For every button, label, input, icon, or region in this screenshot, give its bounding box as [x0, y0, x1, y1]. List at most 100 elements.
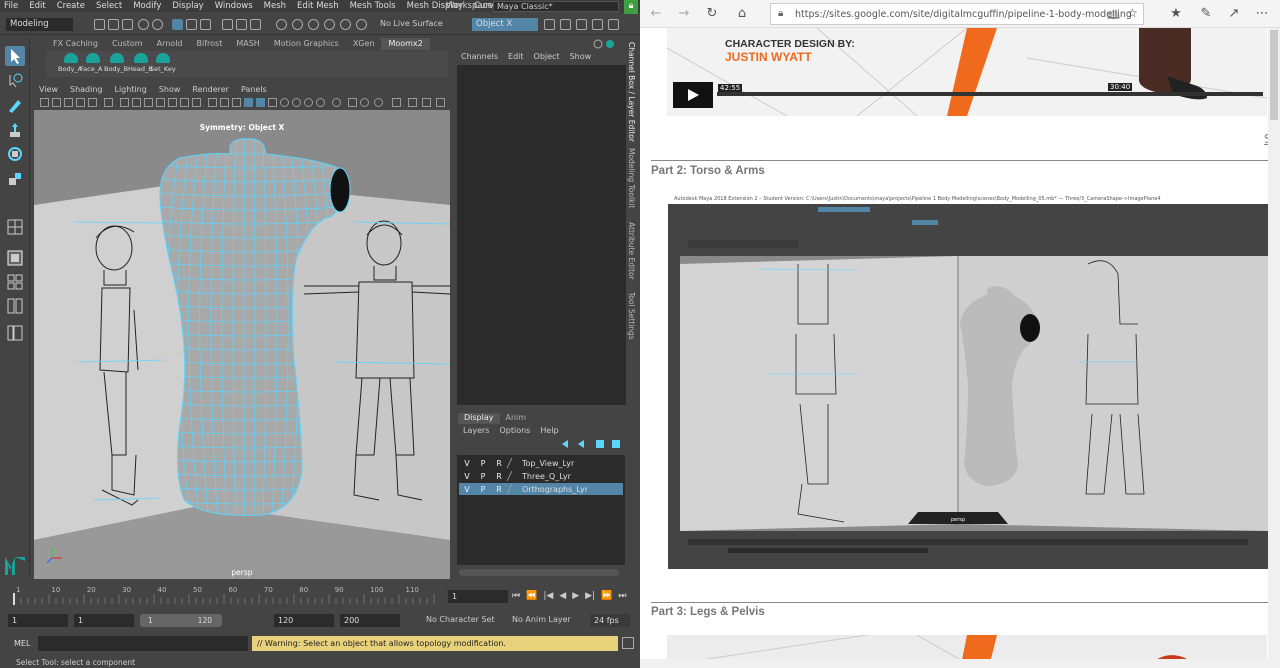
snap-point-icon[interactable]: [308, 19, 319, 30]
select-hierarchy-icon[interactable]: [172, 19, 183, 30]
play-button[interactable]: [673, 82, 713, 108]
script-editor-icon[interactable]: [622, 637, 634, 649]
multisample-aa-icon[interactable]: [316, 98, 325, 107]
gate-mask-icon[interactable]: [156, 98, 165, 107]
isolate-select-icon[interactable]: [348, 98, 357, 107]
exposure-icon[interactable]: [422, 98, 431, 107]
grid-icon[interactable]: [120, 98, 129, 107]
snap-grid-icon[interactable]: [276, 19, 287, 30]
default-material-icon[interactable]: [232, 98, 241, 107]
layer-playback-toggle[interactable]: P: [475, 472, 491, 481]
gamma-icon[interactable]: [408, 98, 417, 107]
viewport-persp[interactable]: Symmetry: Object X persp: [34, 110, 450, 579]
video-part-1[interactable]: CHARACTER DESIGN BY: JUSTIN WYATT 42:55 …: [667, 28, 1267, 116]
redo-icon[interactable]: [152, 19, 163, 30]
menu-mesh-tools[interactable]: Mesh Tools: [350, 1, 396, 11]
safe-title-icon[interactable]: [192, 98, 201, 107]
panel-menu-view[interactable]: View: [39, 85, 58, 96]
tab-display-layers[interactable]: Display: [458, 413, 500, 424]
refresh-icon[interactable]: ↻: [704, 6, 720, 22]
shelf-tab-bifrost[interactable]: Bifrost: [190, 38, 230, 50]
outliner-layout-icon[interactable]: [5, 323, 25, 343]
animation-start-field[interactable]: 1: [8, 614, 68, 627]
video-part-2[interactable]: Autodesk Maya 2018 Extension 2 – Student…: [668, 195, 1268, 569]
snap-curve-icon[interactable]: [292, 19, 303, 30]
layer-reference-toggle[interactable]: R: [491, 472, 507, 481]
layer-menu-layers[interactable]: Layers: [463, 426, 489, 436]
xray-joints-icon[interactable]: [374, 98, 383, 107]
layer-row-selected[interactable]: V P R Orthographs_Lyr: [459, 483, 623, 495]
four-view-layout-icon[interactable]: [5, 272, 25, 292]
select-tool-icon[interactable]: [5, 46, 25, 66]
tab-channel-box[interactable]: Channel Box / Layer Editor: [627, 42, 636, 142]
panel-menu-renderer[interactable]: Renderer: [192, 85, 229, 96]
toggle-sidebar-icon[interactable]: [608, 19, 619, 30]
xray-components-icon[interactable]: [392, 98, 401, 107]
single-layout-icon[interactable]: [5, 217, 25, 237]
horizontal-scrollbar[interactable]: [640, 659, 1268, 668]
layer-menu-help[interactable]: Help: [540, 426, 558, 436]
tab-tool-settings[interactable]: Tool Settings: [627, 292, 636, 340]
render-frame-icon[interactable]: [544, 19, 555, 30]
channel-box-area[interactable]: [457, 65, 626, 405]
shadows-icon[interactable]: [280, 98, 289, 107]
animation-end-field[interactable]: 200: [340, 614, 400, 627]
address-bar[interactable]: 🔒︎ https://sites.google.com/site/digital…: [770, 3, 1144, 25]
symmetry-select[interactable]: Object X: [472, 18, 538, 31]
wireframe-on-shaded-icon[interactable]: [244, 98, 253, 107]
menu-edit[interactable]: Edit: [29, 1, 45, 11]
playback-start-field[interactable]: 1: [74, 614, 134, 627]
time-slider[interactable]: 110203040506070809010011012: [10, 584, 442, 608]
use-all-lights-icon[interactable]: [268, 98, 277, 107]
menu-mesh[interactable]: Mesh: [264, 1, 286, 11]
play-forwards-button[interactable]: ▶: [572, 591, 579, 603]
tab-modeling-toolkit[interactable]: Modeling Toolkit: [627, 148, 636, 208]
bookmark-icon[interactable]: [64, 98, 73, 107]
textured-icon[interactable]: [256, 98, 265, 107]
menu-create[interactable]: Create: [57, 1, 85, 11]
shelf-tab-mash[interactable]: MASH: [229, 38, 266, 50]
favorites-icon[interactable]: ★: [1168, 6, 1184, 22]
layer-reference-toggle[interactable]: R: [491, 485, 507, 494]
step-back-key-button[interactable]: ⏪: [526, 591, 537, 603]
camera-attr-icon[interactable]: [52, 98, 61, 107]
layer-playback-toggle[interactable]: P: [475, 459, 491, 468]
layer-row[interactable]: V P R Three_Q_Lyr: [459, 470, 623, 482]
layer-menu-options[interactable]: Options: [499, 426, 530, 436]
menu-windows[interactable]: Windows: [215, 1, 253, 11]
camera-select-icon[interactable]: [40, 98, 49, 107]
shelf-button-set-key[interactable]: Set_Key: [150, 53, 176, 75]
motion-blur-icon[interactable]: [304, 98, 313, 107]
menu-modify[interactable]: Modify: [133, 1, 161, 11]
scale-tool-icon[interactable]: [5, 169, 25, 189]
ipr-render-icon[interactable]: [560, 19, 571, 30]
layer-playback-toggle[interactable]: P: [475, 485, 491, 494]
safe-action-icon[interactable]: [180, 98, 189, 107]
rotate-tool-icon[interactable]: [5, 144, 25, 164]
persp-layout-icon[interactable]: [5, 248, 25, 268]
mel-label[interactable]: MEL: [14, 639, 30, 648]
workspace-select[interactable]: Maya Classic*: [493, 1, 619, 12]
panel-menu-lighting[interactable]: Lighting: [114, 85, 146, 96]
anim-layer-select[interactable]: No Anim Layer: [512, 615, 571, 624]
image-plane-icon[interactable]: [76, 98, 85, 107]
vertical-scrollbar[interactable]: [1268, 28, 1280, 668]
layer-color-swatch[interactable]: [506, 471, 521, 481]
range-slider[interactable]: 1 120: [140, 614, 222, 627]
live-surface-field[interactable]: No Live Surface: [380, 19, 443, 28]
panel-menu-shading[interactable]: Shading: [70, 85, 103, 96]
resolution-gate-icon[interactable]: [144, 98, 153, 107]
magnet-icon[interactable]: [356, 19, 367, 30]
two-view-layout-icon[interactable]: [5, 296, 25, 316]
mode-select[interactable]: Modeling: [6, 18, 73, 31]
select-component-icon[interactable]: [200, 19, 211, 30]
current-time-marker[interactable]: [13, 593, 15, 605]
panel-menu-show[interactable]: Show: [159, 85, 181, 96]
shelf-tab-arnold[interactable]: Arnold: [150, 38, 190, 50]
playback-end-field[interactable]: 120: [274, 614, 334, 627]
layer-row[interactable]: V P R Top_View_Lyr: [459, 457, 623, 469]
character-set-select[interactable]: No Character Set: [426, 615, 495, 624]
smooth-shade-icon[interactable]: [220, 98, 229, 107]
xray-icon[interactable]: [360, 98, 369, 107]
2d-pan-icon[interactable]: [88, 98, 97, 107]
